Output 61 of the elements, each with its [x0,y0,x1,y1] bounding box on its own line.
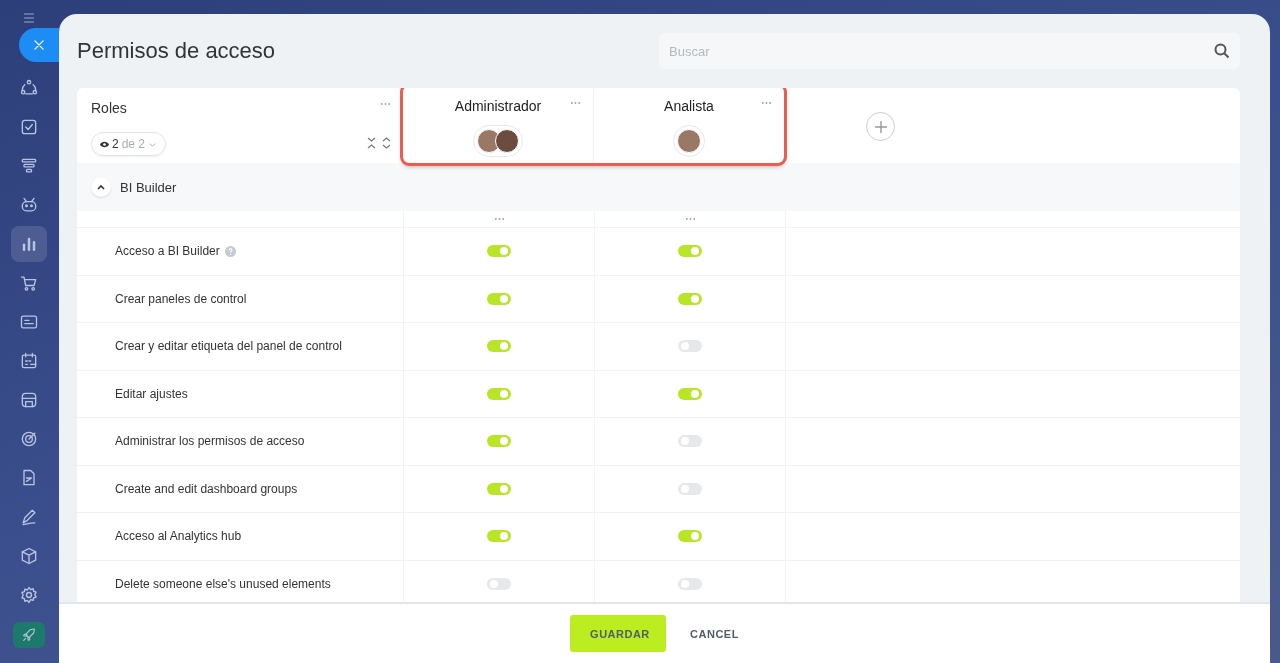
rocket-icon [21,627,37,643]
checkbox-icon [19,117,39,137]
more-icon[interactable] [570,101,581,105]
more-icon[interactable] [380,102,391,106]
permission-label: Crear paneles de control [115,291,247,306]
target-icon [19,429,39,449]
toggle-switch[interactable] [678,292,702,305]
save-button[interactable]: GUARDAR [570,615,667,652]
permission-label: Administrar los permisos de acceso [115,434,305,449]
more-icon[interactable] [493,217,505,221]
permission-label: Create and edit dashboard groups [115,481,298,496]
permission-label: Crear y editar etiqueta del panel de control [115,339,342,354]
chevron-icon [97,183,105,191]
nodes-icon [19,78,39,98]
toggle-switch[interactable] [678,577,702,590]
permission-label: Acceso a BI Builder [115,244,220,259]
toggle-switch[interactable] [487,292,511,305]
close-icon [32,38,46,52]
plus-icon [874,120,887,133]
toggle-switch[interactable] [678,530,702,543]
role-name: Analista [664,98,714,114]
roles-label: Roles [91,100,127,116]
eye-icon [100,139,109,149]
toggle-switch[interactable] [487,577,511,590]
settings-icon [19,585,39,605]
robot-icon [19,195,39,215]
toggle-switch[interactable] [487,530,511,543]
more-icon[interactable] [761,101,772,105]
role-name: Administrador [454,98,542,114]
help-icon[interactable] [224,245,236,257]
toggle-switch[interactable] [487,435,511,448]
calendar-icon [19,351,39,371]
expand-icon[interactable] [382,137,391,149]
page-title: Permisos de acceso [77,38,277,64]
search-icon[interactable] [1214,43,1230,59]
avatar [495,129,519,153]
avatar [677,129,701,153]
toggle-switch[interactable] [678,387,702,400]
sidebar-item[interactable] [11,226,47,262]
toggle-switch[interactable] [678,435,702,448]
collapse-button[interactable] [91,177,111,197]
permission-label: Acceso al Analytics hub [115,529,242,544]
store-icon [19,390,39,410]
section-title: BI Builder [120,179,177,195]
rocket-button[interactable] [13,622,45,648]
cancel-button[interactable]: CANCEL [670,615,759,652]
permission-label: Delete someone else's unused elements [115,576,331,591]
close-button[interactable] [19,28,59,62]
toggle-switch[interactable] [487,245,511,258]
toggle-switch[interactable] [678,340,702,353]
funnel-icon [19,156,39,176]
box-icon [19,546,39,566]
permission-label: Editar ajustes [115,386,188,401]
toggle-switch[interactable] [487,340,511,353]
search-field[interactable]: Buscar [659,33,1240,69]
toggle-switch[interactable] [678,482,702,495]
toggle-switch[interactable] [487,482,511,495]
toggle-switch[interactable] [487,387,511,400]
toggle-switch[interactable] [678,245,702,258]
collapse-icon[interactable] [367,137,376,149]
more-icon[interactable] [684,217,696,221]
